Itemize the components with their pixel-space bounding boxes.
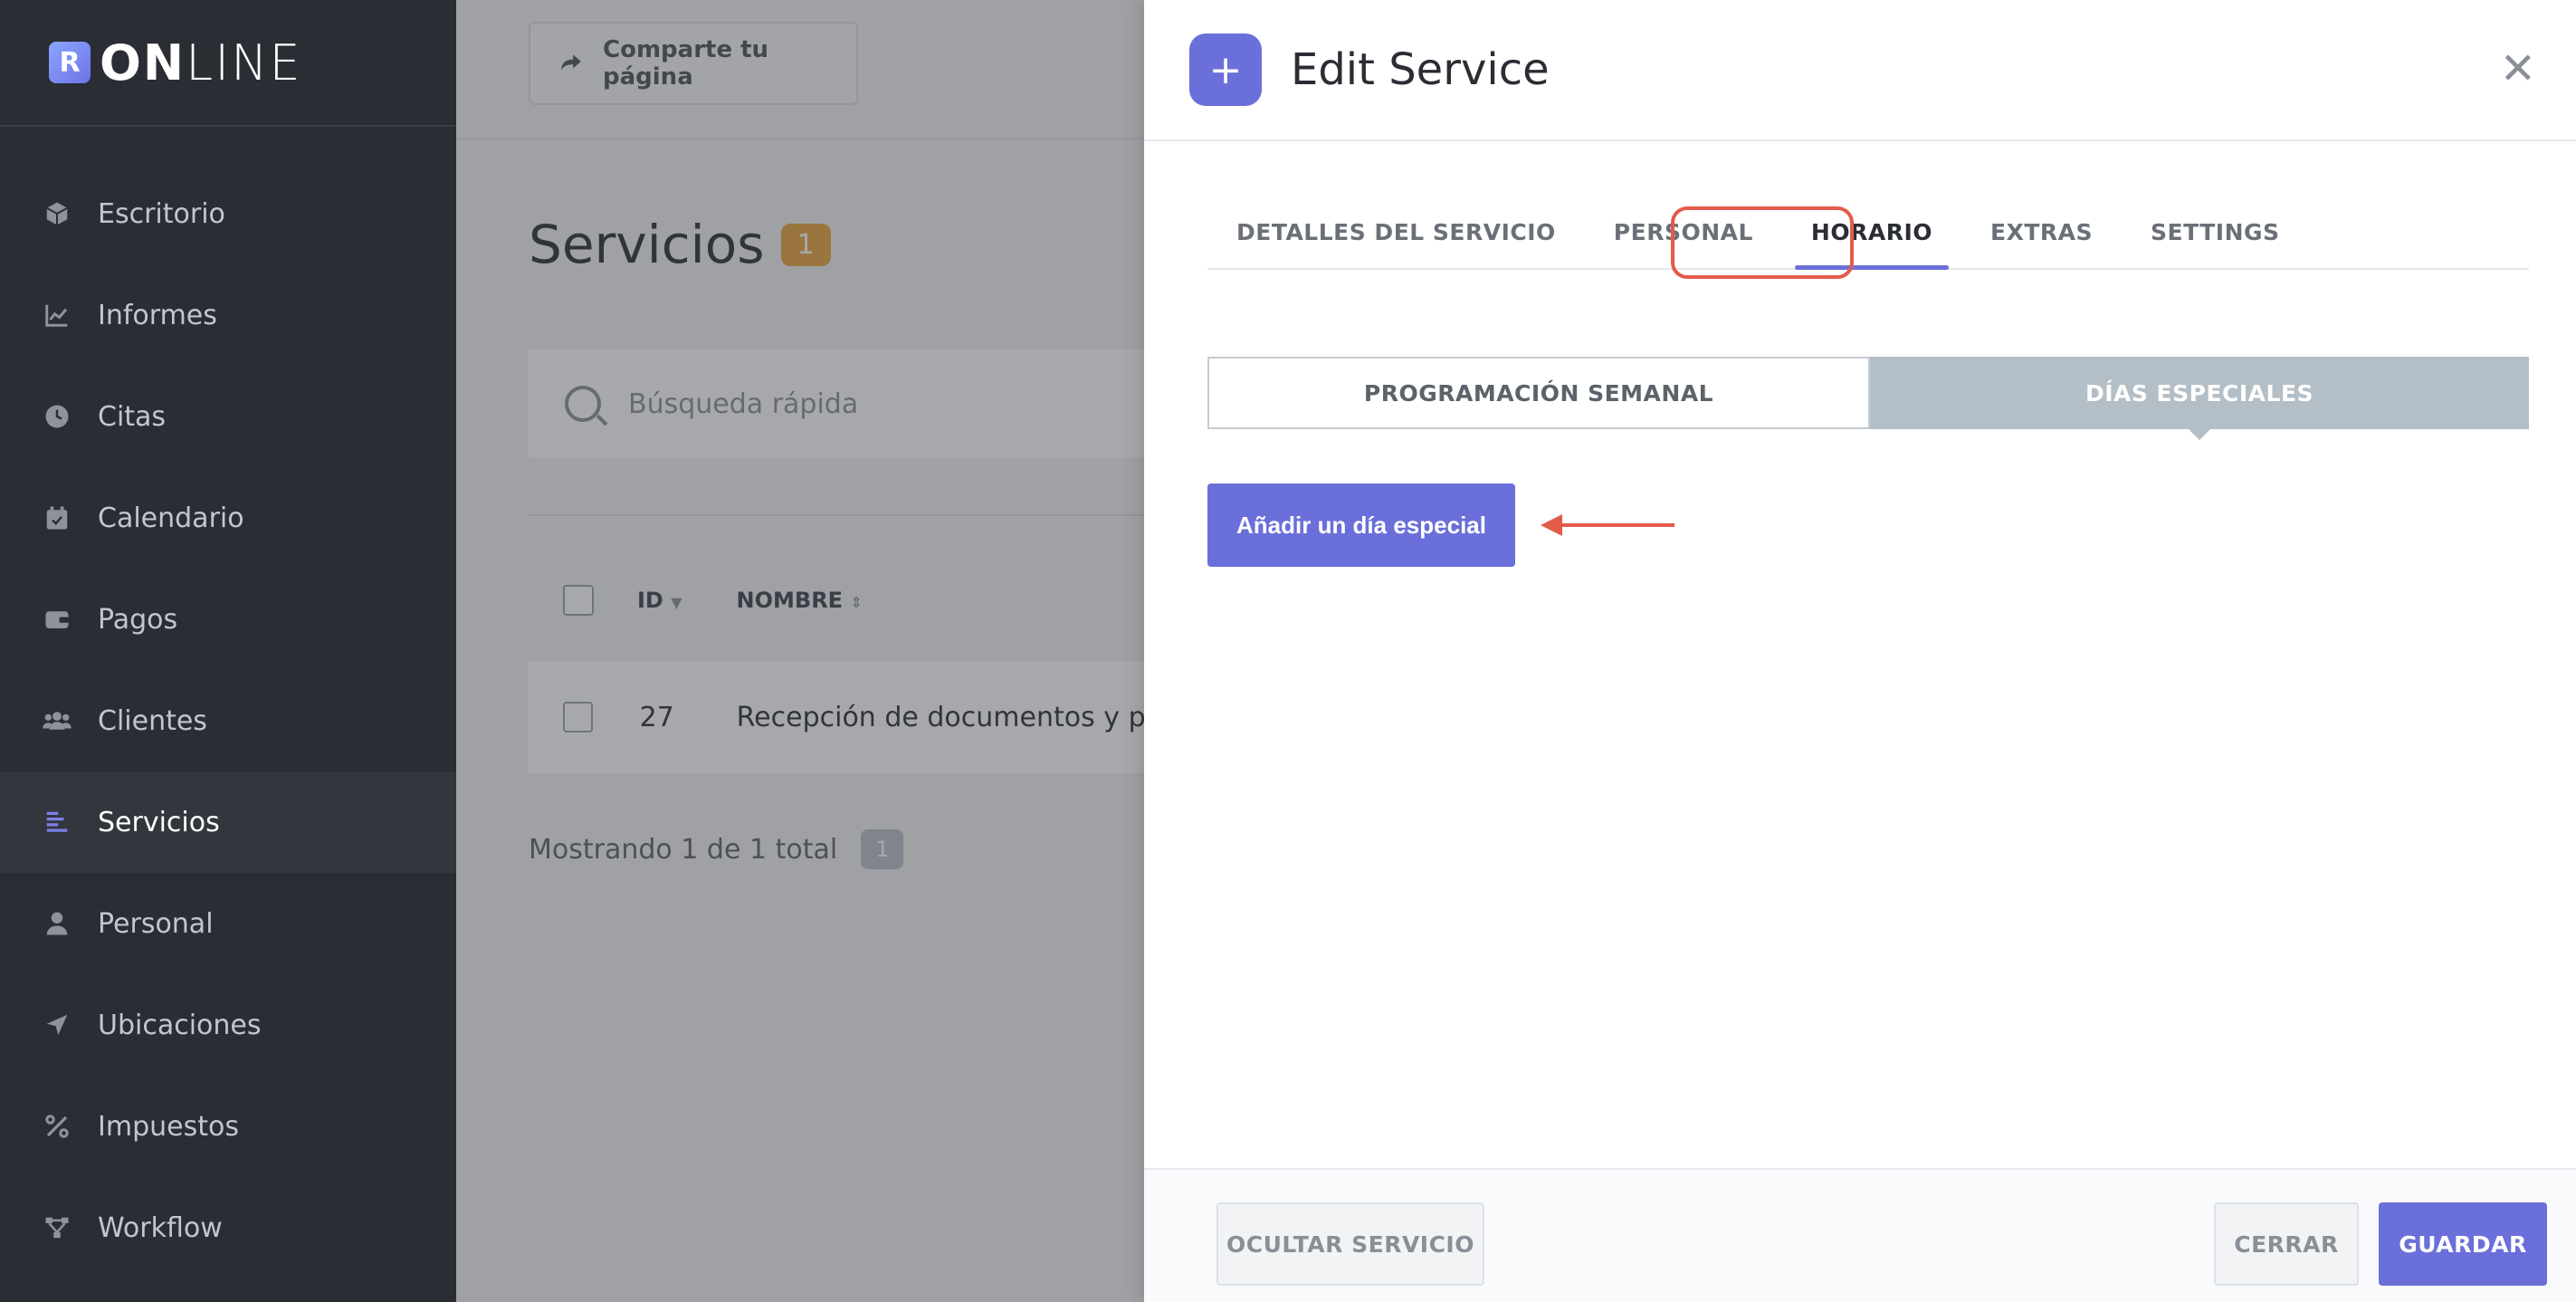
users-icon <box>42 705 72 736</box>
sidebar-item-informes[interactable]: Informes <box>0 264 456 366</box>
sidebar-item-label: Ubicaciones <box>98 1009 262 1041</box>
segment-programacion-semanal[interactable]: PROGRAMACIÓN SEMANAL <box>1207 357 1870 429</box>
sidebar-item-workflow[interactable]: Workflow <box>0 1177 456 1278</box>
sidebar-item-label: Escritorio <box>98 197 225 230</box>
drawer-tabs: DETALLES DEL SERVICIO PERSONAL HORARIO E… <box>1207 199 2529 270</box>
location-arrow-icon <box>42 1010 72 1040</box>
sidebar-item-servicios[interactable]: Servicios <box>0 771 456 873</box>
user-icon <box>42 908 72 939</box>
sidebar-item-escritorio[interactable]: Escritorio <box>0 163 456 264</box>
sidebar-nav: Escritorio Informes Citas Calendario Pag… <box>0 163 456 1278</box>
hide-service-button[interactable]: OCULTAR SERVICIO <box>1216 1202 1484 1286</box>
calendar-icon <box>42 503 72 533</box>
sidebar-item-calendario[interactable]: Calendario <box>0 467 456 569</box>
add-special-day-button[interactable]: Añadir un día especial <box>1207 483 1515 567</box>
sidebar-item-label: Workflow <box>98 1211 223 1244</box>
tab-settings[interactable]: SETTINGS <box>2122 199 2309 268</box>
sidebar: R ONLINE Escritorio Informes Citas Calen… <box>0 0 456 1302</box>
sidebar-item-label: Impuestos <box>98 1110 239 1143</box>
segment-dias-especiales[interactable]: DÍAS ESPECIALES <box>1870 357 2529 440</box>
tab-extras[interactable]: EXTRAS <box>1961 199 2122 268</box>
workflow-icon <box>42 1212 72 1243</box>
annotation-arrow <box>1541 514 1674 536</box>
cube-icon <box>42 198 72 229</box>
plus-icon: + <box>1189 34 1262 106</box>
close-icon[interactable]: ✕ <box>2500 43 2536 94</box>
close-button[interactable]: CERRAR <box>2214 1202 2359 1286</box>
brand-text: ONLINE <box>100 34 302 91</box>
sidebar-item-label: Pagos <box>98 603 178 636</box>
sidebar-item-label: Clientes <box>98 704 207 737</box>
list-icon <box>42 807 72 838</box>
sidebar-item-label: Calendario <box>98 502 244 534</box>
sidebar-item-impuestos[interactable]: Impuestos <box>0 1076 456 1177</box>
save-button[interactable]: GUARDAR <box>2379 1202 2547 1286</box>
sidebar-item-ubicaciones[interactable]: Ubicaciones <box>0 974 456 1076</box>
sidebar-item-label: Servicios <box>98 806 220 838</box>
tab-detalles-del-servicio[interactable]: DETALLES DEL SERVICIO <box>1207 199 1585 268</box>
percent-icon <box>42 1111 72 1142</box>
sidebar-item-citas[interactable]: Citas <box>0 366 456 467</box>
drawer-footer: OCULTAR SERVICIO CERRAR GUARDAR <box>1144 1168 2576 1302</box>
clock-icon <box>42 401 72 432</box>
annotation-highlight <box>1671 206 1854 279</box>
sidebar-item-personal[interactable]: Personal <box>0 873 456 974</box>
wallet-icon <box>42 604 72 635</box>
sidebar-item-label: Informes <box>98 299 217 331</box>
schedule-segmented-control: PROGRAMACIÓN SEMANAL DÍAS ESPECIALES <box>1207 357 2529 440</box>
sidebar-item-label: Personal <box>98 907 214 940</box>
chart-line-icon <box>42 300 72 330</box>
drawer-title: Edit Service <box>1291 44 1550 95</box>
sidebar-item-pagos[interactable]: Pagos <box>0 569 456 670</box>
sidebar-item-label: Citas <box>98 400 167 433</box>
sidebar-item-clientes[interactable]: Clientes <box>0 670 456 771</box>
drawer-header: + Edit Service ✕ <box>1144 0 2576 141</box>
brand[interactable]: R ONLINE <box>0 0 456 127</box>
edit-service-drawer: + Edit Service ✕ DETALLES DEL SERVICIO P… <box>1144 0 2576 1302</box>
brand-logo-icon: R <box>49 42 91 83</box>
overlay-backdrop[interactable] <box>456 0 1144 1302</box>
